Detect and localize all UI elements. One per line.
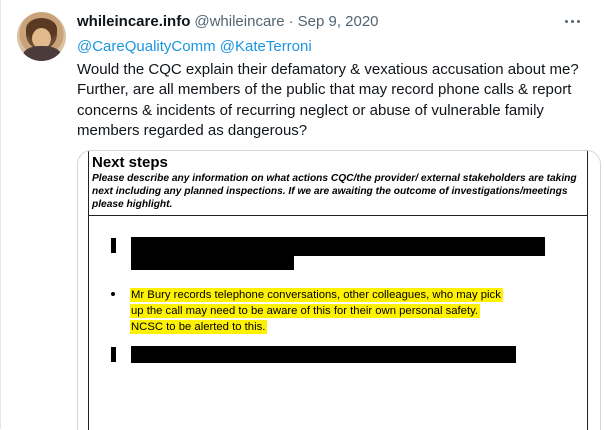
- redaction-block: [131, 255, 294, 270]
- separator-dot: ·: [288, 13, 294, 30]
- bullet-marker: [111, 347, 116, 362]
- tweet-header: whileincare.info @whileincare · Sep 9, 2…: [77, 13, 379, 33]
- tweet-date[interactable]: Sep 9, 2020: [298, 13, 379, 30]
- bullet-marker: [111, 292, 115, 296]
- tweet-text: Would the CQC explain their defamatory &…: [77, 61, 579, 139]
- highlighted-text-line: NCSC to be alerted to this.: [130, 320, 268, 334]
- display-name[interactable]: whileincare.info: [77, 13, 190, 30]
- bullet-marker: [111, 238, 116, 253]
- highlighted-text-line: Mr Bury records telephone conversations,…: [130, 288, 503, 302]
- redaction-block: [131, 346, 516, 363]
- more-horizontal-icon[interactable]: [565, 16, 583, 26]
- redaction-block: [131, 237, 545, 256]
- document-divider: [89, 215, 587, 216]
- mention-carequalitycomm[interactable]: @CareQualityComm: [77, 38, 216, 55]
- highlighted-text-line: up the call may need to be aware of this…: [130, 304, 481, 318]
- document-screenshot: Next steps Please describe any informati…: [88, 151, 588, 430]
- avatar-body: [23, 46, 61, 61]
- user-handle[interactable]: @whileincare: [194, 13, 284, 30]
- mention-kateterroni[interactable]: @KateTerroni: [220, 38, 312, 55]
- tweet-card[interactable]: whileincare.info @whileincare · Sep 9, 2…: [0, 0, 605, 430]
- document-instructions: Please describe any information on what …: [92, 173, 577, 210]
- reply-mentions: @CareQualityComm @KateTerroni: [77, 38, 312, 55]
- tweet-image[interactable]: Next steps Please describe any informati…: [77, 150, 601, 430]
- document-title: Next steps: [92, 154, 168, 171]
- avatar[interactable]: [17, 12, 66, 61]
